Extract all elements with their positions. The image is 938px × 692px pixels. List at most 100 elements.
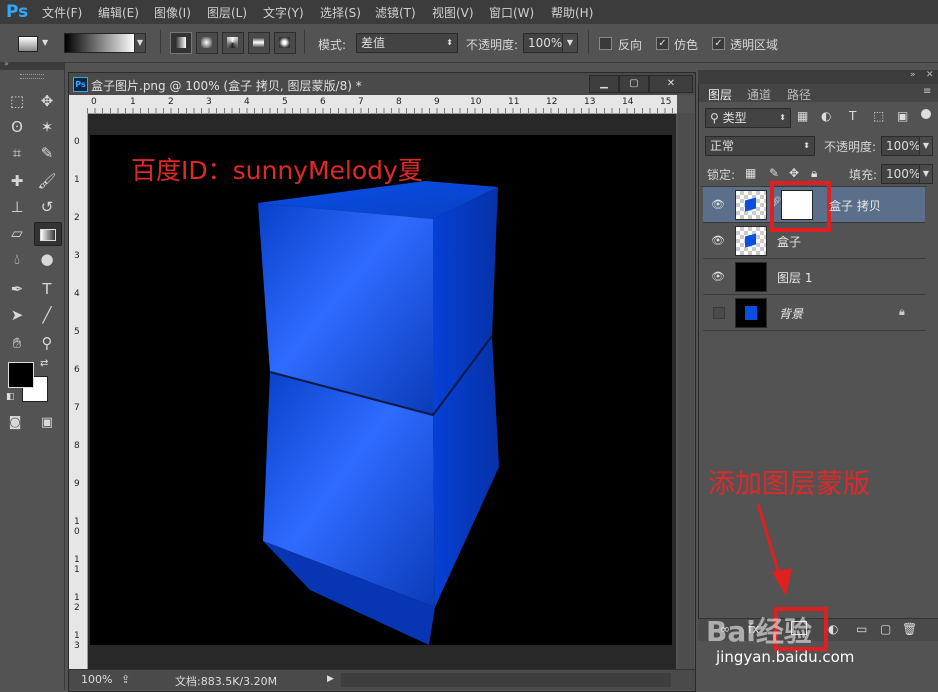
filter-pixel-icon[interactable]: ▦ [797,109,808,123]
layer-mask-thumbnail[interactable] [781,190,813,220]
linear-gradient-button[interactable] [170,32,192,54]
eye-icon[interactable]: 👁︎ [711,234,725,248]
dither-checkbox[interactable]: ✓ [656,37,669,50]
gradient-tool-preset-icon[interactable] [18,36,38,52]
dodge-tool-icon[interactable]: ● [34,248,60,270]
menu-window[interactable]: 窗口(W) [489,4,534,21]
eye-icon[interactable]: 👁︎ [711,198,725,212]
horizontal-scrollbar[interactable] [341,673,671,687]
foreground-color-swatch[interactable] [8,362,34,388]
horizontal-ruler[interactable]: 0 1 2 3 4 5 6 7 8 9 10 11 12 13 14 15 [87,95,677,114]
grip-icon[interactable] [20,74,44,79]
blend-mode-select[interactable]: 正常 ⬍ [705,136,815,156]
reflected-gradient-button[interactable] [248,32,270,54]
lock-position-icon[interactable]: ✥ [789,166,799,180]
pen-tool-icon[interactable]: ✒ [4,278,30,300]
ruler-corner[interactable] [69,95,87,113]
zoom-level[interactable]: 100% [81,673,112,686]
menu-select[interactable]: 选择(S) [320,4,361,21]
layer-row-box[interactable]: 👁︎ 盒子 [703,223,925,259]
marquee-tool-icon[interactable]: ⬚ [4,90,30,112]
visibility-toggle-empty[interactable] [713,307,725,319]
blur-tool-icon[interactable]: 💧︎ [4,248,30,270]
radial-gradient-button[interactable] [196,32,218,54]
transparency-checkbox[interactable]: ✓ [712,37,725,50]
eye-icon[interactable]: 👁︎ [711,270,725,284]
filter-type-icon[interactable]: T [849,109,856,123]
tab-paths[interactable]: 路径 [787,86,811,103]
vertical-ruler[interactable]: 0 1 2 3 4 5 6 7 8 9 1 0 1 1 1 2 1 3 [69,113,88,669]
layer-row-background[interactable]: 背景 🔒︎ [703,295,925,331]
filter-toggle-icon[interactable] [921,109,931,119]
new-layer-icon[interactable]: ▢ [880,622,891,636]
menu-help[interactable]: 帮助(H) [551,4,593,21]
zoom-tool-icon[interactable]: ⚲ [34,332,60,354]
gradient-tool-icon[interactable] [34,222,62,246]
hand-tool-icon[interactable]: ✋︎ [4,332,30,354]
history-brush-tool-icon[interactable]: ↺ [34,196,60,218]
clone-stamp-tool-icon[interactable]: ⊥ [4,196,30,218]
lock-paint-icon[interactable]: ✎ [769,166,779,180]
layer-filter-select[interactable]: ⚲ 类型 ⬍ [705,108,791,128]
layer-opacity-input[interactable]: 100% [881,136,921,156]
eraser-tool-icon[interactable]: ▱ [4,222,30,244]
eyedropper-tool-icon[interactable]: ✎ [34,142,60,164]
screen-mode-icon[interactable]: ▣ [34,412,60,434]
opacity-input[interactable]: 100% [523,33,563,53]
vertical-scrollbar[interactable] [678,113,694,669]
lasso-tool-icon[interactable]: ʘ [4,116,30,138]
menu-view[interactable]: 视图(V) [432,4,474,21]
menu-layer[interactable]: 图层(L) [207,4,247,21]
menu-edit[interactable]: 编辑(E) [98,4,139,21]
healing-brush-tool-icon[interactable]: ✚ [4,170,30,192]
lock-all-icon[interactable]: 🔒︎ [811,166,817,181]
menu-file[interactable]: 文件(F) [42,4,82,21]
filter-shape-icon[interactable]: ⬚ [873,109,884,123]
menu-image[interactable]: 图像(I) [154,4,191,21]
brush-tool-icon[interactable]: 🖌︎ [34,170,60,192]
magic-wand-tool-icon[interactable]: ✶ [34,116,60,138]
gradient-picker-arrow-icon[interactable]: ▼ [134,33,146,53]
mode-select[interactable]: 差值 ⬍ [356,33,458,53]
new-group-icon[interactable]: ▭ [856,622,867,636]
canvas[interactable]: 百度ID：sunnyMelody夏 [90,135,672,645]
swap-colors-icon[interactable]: ⇄ [40,358,48,369]
fill-arrow-icon[interactable]: ▼ [919,164,933,184]
close-button[interactable]: ✕ [649,75,693,93]
default-colors-icon[interactable]: ◧ [6,392,15,402]
layer-opacity-arrow-icon[interactable]: ▼ [919,136,933,156]
menu-type[interactable]: 文字(Y) [263,4,304,21]
collapse-arrows-icon[interactable]: » [4,59,9,68]
panel-menu-icon[interactable]: ≡ [923,86,931,97]
fill-input[interactable]: 100% [881,164,921,184]
tab-channels[interactable]: 通道 [747,86,771,103]
angle-gradient-button[interactable] [222,32,244,54]
line-tool-icon[interactable]: ╱ [34,304,60,326]
preset-dropdown-icon[interactable]: ▼ [42,38,48,47]
document-title-bar[interactable]: Ps 盒子图片.png @ 100% (盒子 拷贝, 图层蒙版/8) * ▁ ▢… [69,73,695,95]
canvas-area[interactable]: 百度ID：sunnyMelody夏 [88,114,676,669]
filter-adjustment-icon[interactable]: ◐ [821,109,831,123]
lock-transparent-icon[interactable]: ▦ [745,166,756,180]
adjustment-layer-icon[interactable]: ◐ [828,622,838,636]
crop-tool-icon[interactable]: ⌗ [4,142,30,164]
minimize-button[interactable]: ▁ [589,75,619,93]
status-menu-arrow-icon[interactable]: ▶ [327,674,334,684]
collapse-panels-icon[interactable]: » [910,70,916,80]
menu-filter[interactable]: 滤镜(T) [375,4,416,21]
reverse-checkbox[interactable] [599,37,612,50]
close-panels-icon[interactable]: ✕ [926,70,934,80]
layer-row-layer-1[interactable]: 👁︎ 图层 1 [703,259,925,295]
layer-row-box-copy[interactable]: 👁︎ 🔗︎ 盒子 拷贝 [703,181,925,232]
maximize-button[interactable]: ▢ [619,75,649,93]
share-icon[interactable]: ⇪ [121,673,130,686]
gradient-swatch[interactable] [64,33,136,53]
filter-smart-object-icon[interactable]: ▣ [897,109,908,123]
trash-icon[interactable]: 🗑︎ [902,622,917,636]
diamond-gradient-button[interactable] [274,32,296,54]
quick-mask-icon[interactable]: ◙ [2,412,28,434]
move-tool-icon[interactable]: ✥ [34,90,60,112]
type-tool-icon[interactable]: T [34,278,60,300]
opacity-dropdown-arrow-icon[interactable]: ▼ [562,33,578,53]
tab-layers[interactable]: 图层 [708,86,732,103]
